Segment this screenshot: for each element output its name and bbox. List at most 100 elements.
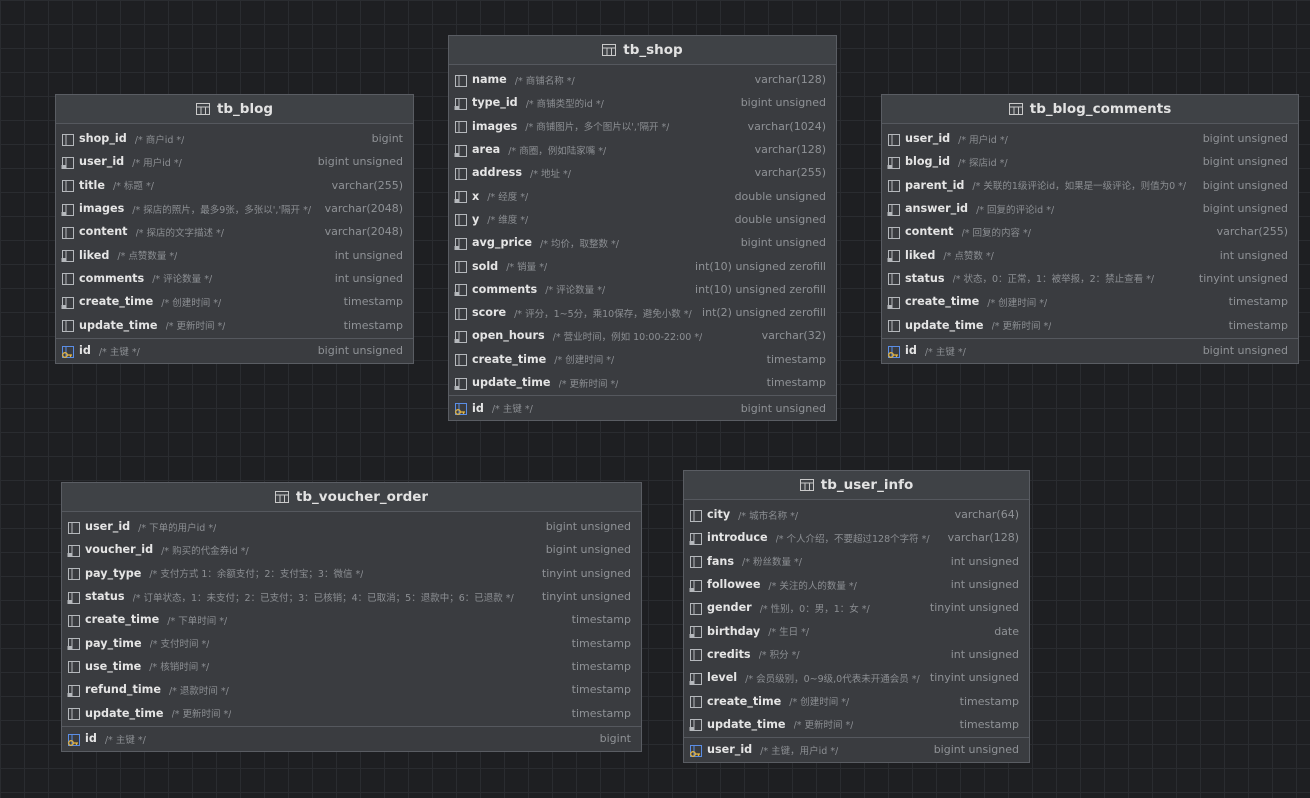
column-icon	[61, 178, 75, 193]
field-list: user_id /* 用户id */ bigint unsigned blog_id /…	[882, 124, 1298, 363]
field-row[interactable]: update_time /* 更新时间 */ timestamp	[62, 701, 641, 724]
primary-key-row[interactable]: id /* 主键 */ bigint	[62, 727, 641, 751]
field-row[interactable]: comments /* 评论数量 */ int unsigned	[56, 267, 413, 290]
field-row[interactable]: status /* 状态，0：正常，1：被举报，2：禁止查看 */ tinyint …	[882, 267, 1298, 290]
field-row[interactable]: update_time /* 更新时间 */ timestamp	[449, 371, 836, 394]
field-row[interactable]: pay_time /* 支付时间 */ timestamp	[62, 631, 641, 654]
field-comment: /* 均价，取整数 */	[540, 238, 619, 250]
field-row[interactable]: address /* 地址 */ varchar(255)	[449, 161, 836, 184]
field-name: comments	[79, 271, 145, 285]
field-row[interactable]: type_id /* 商铺类型的id */ bigint unsigned	[449, 91, 836, 114]
field-row[interactable]: area /* 商圈，例如陆家嘴 */ varchar(128)	[449, 138, 836, 161]
field-type: varchar(2048)	[324, 225, 403, 239]
field-row[interactable]: parent_id /* 关联的1级评论id，如果是一级评论，则值为0 */ big…	[882, 174, 1298, 197]
field-row[interactable]: blog_id /* 探店id */ bigint unsigned	[882, 150, 1298, 173]
field-row[interactable]: user_id /* 用户id */ bigint unsigned	[882, 127, 1298, 150]
primary-key-row[interactable]: id /* 主键 */ bigint unsigned	[882, 339, 1298, 363]
field-type: int unsigned	[950, 647, 1019, 661]
field-type: varchar(32)	[761, 329, 826, 343]
column-icon	[689, 694, 703, 709]
field-row[interactable]: shop_id /* 商户id */ bigint	[56, 127, 413, 150]
table-tb-voucher-order[interactable]: tb_voucher_order user_id /* 下单的用户id */ big…	[61, 482, 642, 752]
table-icon	[602, 44, 617, 56]
field-type: int unsigned	[334, 271, 403, 285]
field-row[interactable]: create_time /* 创建时间 */ timestamp	[882, 290, 1298, 313]
table-tb-shop[interactable]: tb_shop name /* 商铺名称 */ varchar(128) type_i…	[448, 35, 837, 422]
field-comment: /* 创建时间 */	[987, 297, 1048, 309]
field-row[interactable]: answer_id /* 回复的评论id */ bigint unsigned	[882, 197, 1298, 220]
field-row[interactable]: followee /* 关注的人的数量 */ int unsigned	[684, 573, 1029, 596]
field-type: timestamp	[959, 694, 1019, 708]
field-row[interactable]: refund_time /* 退款时间 */ timestamp	[62, 678, 641, 701]
field-row[interactable]: user_id /* 用户id */ bigint unsigned	[56, 150, 413, 173]
column-icon	[454, 166, 468, 180]
field-type: int unsigned	[950, 578, 1019, 592]
field-comment: /* 城市名称 */	[738, 510, 799, 522]
field-row[interactable]: create_time /* 创建时间 */ timestamp	[449, 348, 836, 371]
column-icon	[67, 566, 81, 581]
field-type: timestamp	[571, 636, 631, 650]
field-row[interactable]: voucher_id /* 购买的代金券id */ bigint unsigned	[62, 538, 641, 561]
field-type: timestamp	[766, 376, 826, 389]
field-row[interactable]: images /* 商铺图片，多个图片以','隔开 */ varchar(1024)	[449, 115, 836, 138]
column-notnull-icon	[887, 248, 901, 263]
field-name: y	[472, 212, 480, 226]
field-row[interactable]: pay_type /* 支付方式 1：余额支付；2：支付宝；3：微信 */ tiny…	[62, 562, 641, 585]
field-row[interactable]: create_time /* 创建时间 */ timestamp	[56, 290, 413, 313]
field-row[interactable]: level /* 会员级别，0~9级,0代表未开通会员 */ tinyint uns…	[684, 666, 1029, 689]
field-row[interactable]: sold /* 销量 */ int(10) unsigned zerofill	[449, 254, 836, 277]
field-row[interactable]: gender /* 性别，0：男，1：女 */ tinyint unsigned	[684, 596, 1029, 619]
primary-key-row[interactable]: id /* 主键 */ bigint unsigned	[449, 396, 836, 420]
field-row[interactable]: user_id /* 下单的用户id */ bigint unsigned	[62, 515, 641, 538]
table-tb-blog-comments[interactable]: tb_blog_comments user_id /* 用户id */ bigint…	[881, 94, 1299, 364]
table-header[interactable]: tb_voucher_order	[62, 483, 641, 512]
field-row[interactable]: update_time /* 更新时间 */ timestamp	[882, 313, 1298, 336]
table-header[interactable]: tb_blog	[56, 95, 413, 124]
column-icon	[689, 601, 703, 615]
field-row[interactable]: liked /* 点赞数 */ int unsigned	[882, 243, 1298, 266]
table-header[interactable]: tb_blog_comments	[882, 95, 1298, 124]
field-row[interactable]: title /* 标题 */ varchar(255)	[56, 174, 413, 197]
field-row[interactable]: update_time /* 更新时间 */ timestamp	[684, 713, 1029, 736]
table-header[interactable]: tb_user_info	[684, 471, 1029, 500]
field-row[interactable]: y /* 维度 */ double unsigned	[449, 208, 836, 231]
field-row[interactable]: introduce /* 个人介绍，不要超过128个字符 */ varchar(12…	[684, 526, 1029, 549]
table-header[interactable]: tb_shop	[449, 36, 836, 65]
field-row[interactable]: content /* 回复的内容 */ varchar(255)	[882, 220, 1298, 243]
field-comment: /* 下单的用户id */	[138, 522, 217, 534]
field-type: varchar(128)	[754, 73, 826, 87]
field-row[interactable]: update_time /* 更新时间 */ timestamp	[56, 313, 413, 336]
field-comment: /* 主键 */	[491, 404, 533, 416]
field-row[interactable]: open_hours /* 营业时间，例如 10:00-22:00 */ varch…	[449, 324, 836, 347]
field-row[interactable]: credits /* 积分 */ int unsigned	[684, 643, 1029, 666]
primary-key-row[interactable]: id /* 主键 */ bigint unsigned	[56, 339, 413, 363]
field-comment: /* 用户id */	[958, 134, 1008, 146]
field-row[interactable]: avg_price /* 均价，取整数 */ bigint unsigned	[449, 231, 836, 254]
field-row[interactable]: x /* 经度 */ double unsigned	[449, 184, 836, 207]
column-notnull-icon	[454, 236, 468, 250]
column-icon	[454, 212, 468, 227]
field-comment: /* 订单状态，1：未支付；2：已支付；3：已核销；4：已取消；5：退款中；6：…	[132, 592, 514, 604]
table-tb-blog[interactable]: tb_blog shop_id /* 商户id */ bigint user_id /*…	[55, 94, 414, 364]
field-row[interactable]: status /* 订单状态，1：未支付；2：已支付；3：已核销；4：已取消；5：…	[62, 585, 641, 608]
field-row[interactable]: city /* 城市名称 */ varchar(64)	[684, 503, 1029, 526]
field-row[interactable]: content /* 探店的文字描述 */ varchar(2048)	[56, 220, 413, 243]
field-name: status	[905, 271, 945, 285]
field-name: update_time	[79, 318, 158, 332]
field-row[interactable]: liked /* 点赞数量 */ int unsigned	[56, 243, 413, 266]
field-row[interactable]: comments /* 评论数量 */ int(10) unsigned zerof…	[449, 278, 836, 301]
field-comment: /* 性别，0：男，1：女 */	[759, 603, 870, 615]
field-row[interactable]: score /* 评分，1~5分，乘10保存，避免小数 */ int(2) unsi…	[449, 301, 836, 324]
field-row[interactable]: fans /* 粉丝数量 */ int unsigned	[684, 550, 1029, 573]
table-tb-user-info[interactable]: tb_user_info city /* 城市名称 */ varchar(64) in…	[683, 470, 1030, 763]
primary-key-row[interactable]: user_id /* 主键，用户id */ bigint unsigned	[684, 738, 1029, 762]
field-row[interactable]: create_time /* 创建时间 */ timestamp	[684, 689, 1029, 712]
field-name: open_hours	[472, 329, 545, 343]
field-row[interactable]: name /* 商铺名称 */ varchar(128)	[449, 68, 836, 91]
field-type: int(10) unsigned zerofill	[695, 259, 826, 273]
field-row[interactable]: images /* 探店的照片，最多9张，多张以','隔开 */ varchar(2…	[56, 197, 413, 220]
field-row[interactable]: use_time /* 核销时间 */ timestamp	[62, 655, 641, 678]
field-row[interactable]: create_time /* 下单时间 */ timestamp	[62, 608, 641, 631]
field-comment: /* 更新时间 */	[991, 321, 1052, 333]
field-row[interactable]: birthday /* 生日 */ date	[684, 619, 1029, 642]
